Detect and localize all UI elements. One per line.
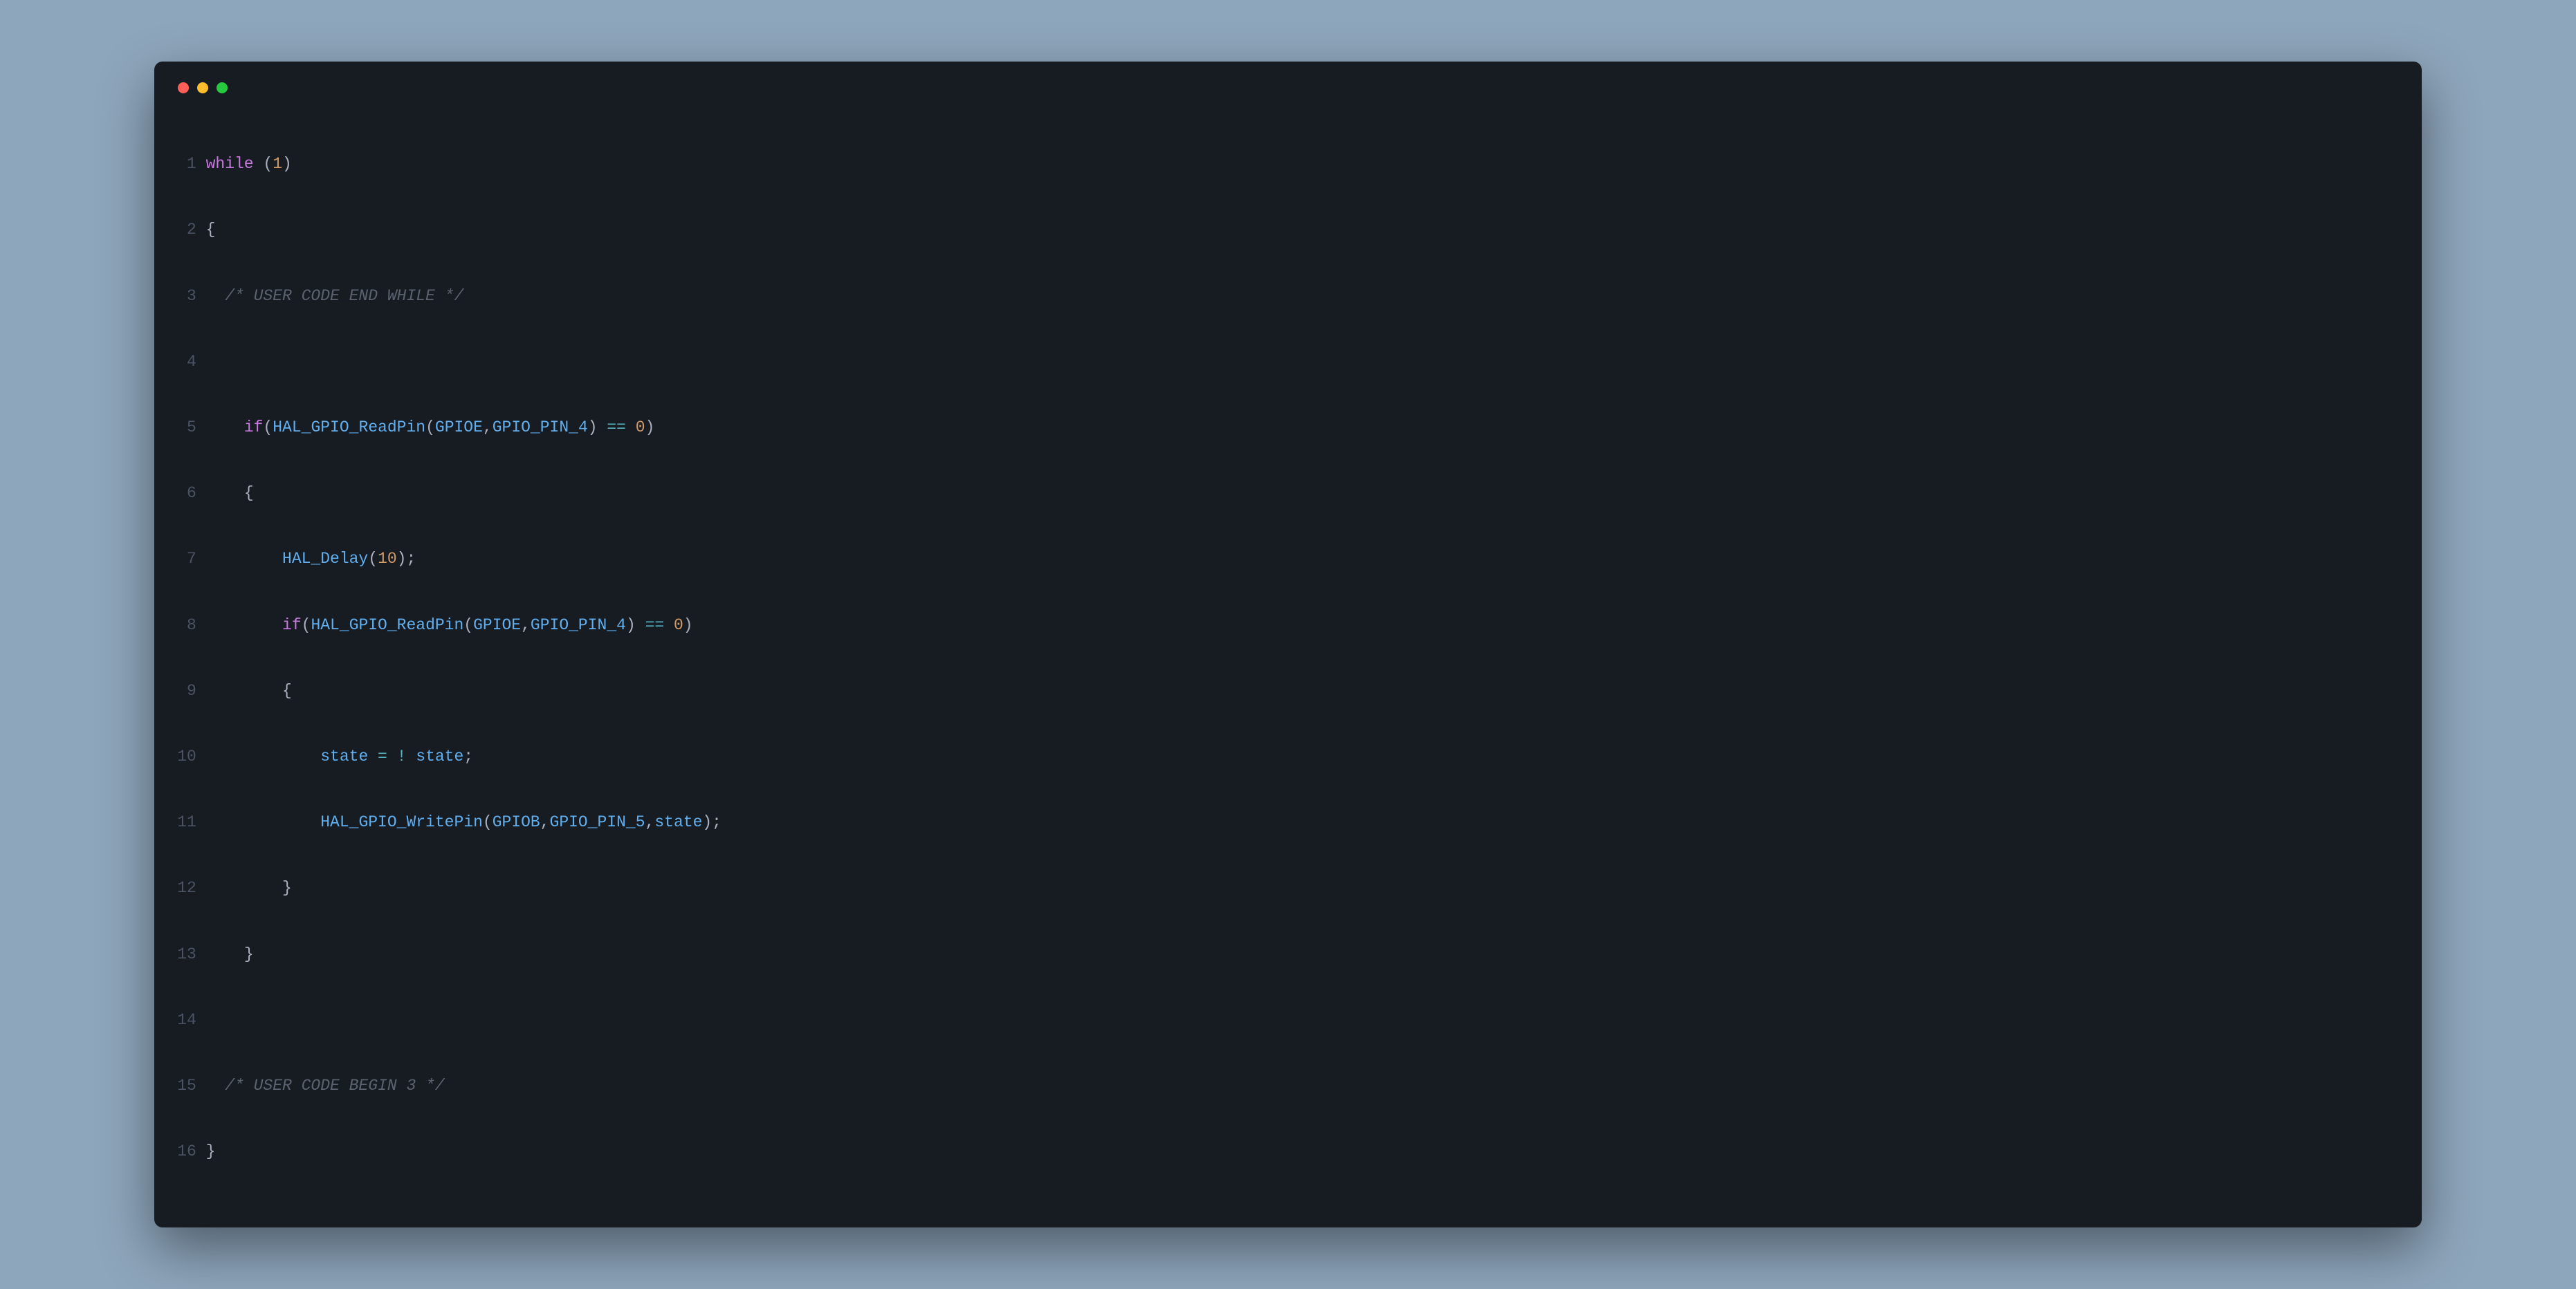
line-number: 16 <box>175 1141 196 1163</box>
code-src: { <box>206 219 2401 241</box>
code-src: /* USER CODE END WHILE */ <box>206 286 2401 308</box>
code-line: 4 <box>175 351 2400 373</box>
code-line: 16} <box>175 1141 2400 1163</box>
code-line: 13 } <box>175 944 2400 966</box>
code-line: 11 HAL_GPIO_WritePin(GPIOB,GPIO_PIN_5,st… <box>175 812 2400 834</box>
line-number: 14 <box>175 1010 196 1032</box>
line-number: 1 <box>175 154 196 176</box>
line-number: 8 <box>175 615 196 637</box>
window-titlebar <box>175 81 2400 110</box>
close-icon[interactable] <box>178 82 189 93</box>
code-line: 14 <box>175 1010 2400 1032</box>
line-number: 12 <box>175 878 196 900</box>
code-src: HAL_Delay(10); <box>206 548 2401 571</box>
code-src: if(HAL_GPIO_ReadPin(GPIOE,GPIO_PIN_4) ==… <box>206 615 2401 637</box>
code-src: } <box>206 944 2401 966</box>
line-number: 2 <box>175 219 196 241</box>
zoom-icon[interactable] <box>217 82 228 93</box>
code-src: } <box>206 1141 2401 1163</box>
code-line: 12 } <box>175 878 2400 900</box>
line-number: 9 <box>175 680 196 703</box>
code-line: 7 HAL_Delay(10); <box>175 548 2400 571</box>
code-src: if(HAL_GPIO_ReadPin(GPIOE,GPIO_PIN_4) ==… <box>206 417 2401 439</box>
code-line: 1 while (1) <box>175 154 2400 176</box>
code-src <box>206 1010 2401 1032</box>
code-line: 10 state = ! state; <box>175 746 2400 768</box>
code-src: HAL_GPIO_WritePin(GPIOB,GPIO_PIN_5,state… <box>206 812 2401 834</box>
code-line: 6 { <box>175 483 2400 505</box>
code-window: 1while (1) 2{ 3 /* USER CODE END WHILE *… <box>154 62 2421 1228</box>
code-src: } <box>206 878 2401 900</box>
code-block: 1while (1) 2{ 3 /* USER CODE END WHILE *… <box>175 110 2400 1207</box>
line-number: 7 <box>175 548 196 571</box>
code-src <box>206 351 2401 373</box>
code-src: { <box>206 680 2401 703</box>
line-number: 11 <box>175 812 196 834</box>
minimize-icon[interactable] <box>197 82 208 93</box>
code-src: { <box>206 483 2401 505</box>
line-number: 6 <box>175 483 196 505</box>
code-line: 9 { <box>175 680 2400 703</box>
line-number: 15 <box>175 1075 196 1097</box>
code-line: 5 if(HAL_GPIO_ReadPin(GPIOE,GPIO_PIN_4) … <box>175 417 2400 439</box>
code-src: state = ! state; <box>206 746 2401 768</box>
code-line: 8 if(HAL_GPIO_ReadPin(GPIOE,GPIO_PIN_4) … <box>175 615 2400 637</box>
code-src: while (1) <box>206 154 2401 176</box>
line-number: 3 <box>175 286 196 308</box>
code-line: 3 /* USER CODE END WHILE */ <box>175 286 2400 308</box>
code-line: 2{ <box>175 219 2400 241</box>
code-line: 15 /* USER CODE BEGIN 3 */ <box>175 1075 2400 1097</box>
line-number: 5 <box>175 417 196 439</box>
line-number: 13 <box>175 944 196 966</box>
line-number: 10 <box>175 746 196 768</box>
code-src: /* USER CODE BEGIN 3 */ <box>206 1075 2401 1097</box>
line-number: 4 <box>175 351 196 373</box>
